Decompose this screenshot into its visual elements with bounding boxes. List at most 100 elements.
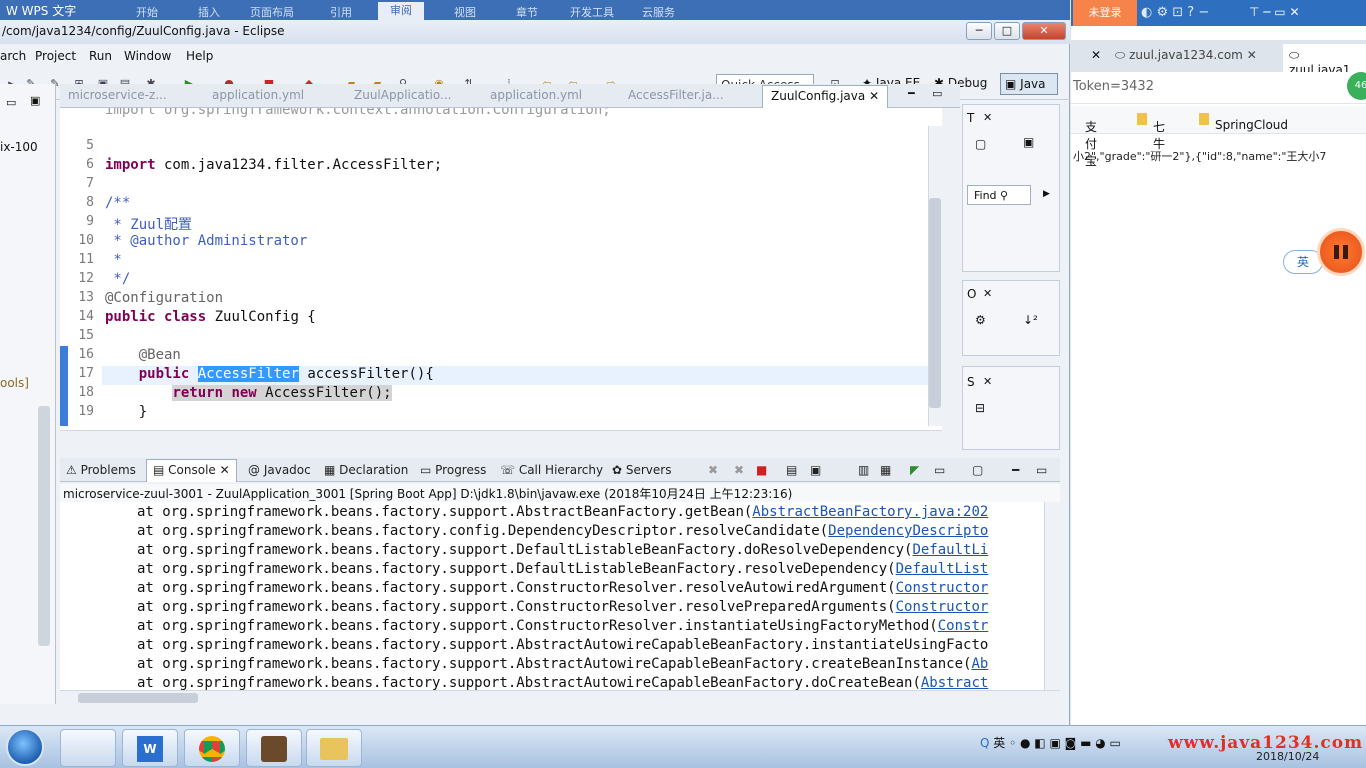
maximize-editor-icon[interactable]: ▭: [932, 87, 942, 100]
show-console-icon[interactable]: ▦: [880, 463, 891, 477]
address-bar[interactable]: Token=3432: [1071, 72, 1366, 104]
minimize-view-icon[interactable]: ▭: [6, 96, 16, 109]
stack-link[interactable]: Abstract: [921, 675, 988, 690]
bookmark-springcloud[interactable]: SpringCloud: [1199, 112, 1288, 132]
tab-progress[interactable]: ▭ Progress: [420, 463, 486, 477]
stack-link[interactable]: Constr: [938, 618, 989, 634]
code-editor[interactable]: import org.springframework.context.annot…: [60, 108, 942, 430]
tray-icons[interactable]: ◦ ● ◧ ▣ ◙ ▬ ◕ ▭: [1009, 736, 1121, 750]
wps-logo[interactable]: W WPS 文字: [6, 2, 76, 19]
tab-microservice-z[interactable]: microservice-z...: [68, 88, 167, 102]
stack-link[interactable]: Ab: [971, 656, 988, 672]
terminate-icon[interactable]: ✖: [708, 463, 718, 477]
clock-date[interactable]: 2018/10/24: [1256, 750, 1319, 763]
start-button[interactable]: [6, 728, 44, 766]
close-view-icon[interactable]: ✕: [983, 111, 992, 124]
find-input[interactable]: Find ⚲: [967, 185, 1031, 205]
tab-javadoc[interactable]: @ Javadoc: [248, 463, 311, 477]
menu-project[interactable]: Project: [35, 49, 76, 63]
wps-tab-chapter[interactable]: 章节: [516, 4, 538, 20]
scroll-thumb[interactable]: [78, 693, 198, 703]
scrollbar[interactable]: [38, 406, 50, 646]
display-console-icon[interactable]: ▭: [934, 463, 945, 477]
editor-horizontal-scrollbar[interactable]: [60, 430, 942, 444]
view-tab-o[interactable]: O: [967, 287, 976, 301]
browser-tab-active[interactable]: ⬭ zuul.java1: [1283, 44, 1366, 77]
browser-tab[interactable]: ⬭ zuul.java1234.com ✕: [1115, 48, 1257, 63]
tab-call-hierarchy[interactable]: ☏ Call Hierarchy: [500, 463, 603, 477]
close-tab-icon[interactable]: ✕: [1091, 48, 1101, 62]
tree-item[interactable]: ools]: [0, 376, 29, 390]
word-wrap-icon[interactable]: ▥: [858, 463, 869, 477]
outline-icon[interactable]: ⚙: [975, 313, 986, 327]
maximize-view-icon[interactable]: ▣: [30, 94, 40, 107]
console-output[interactable]: at org.springframework.beans.factory.sup…: [60, 502, 1044, 690]
pin-console-icon[interactable]: ◤: [910, 463, 919, 477]
console-horizontal-scrollbar[interactable]: [60, 690, 1060, 704]
wps-tab-start[interactable]: 开始: [136, 4, 158, 20]
menu-run[interactable]: Run: [89, 49, 112, 63]
stack-link[interactable]: Constructor: [896, 599, 989, 615]
tab-application-yml-2[interactable]: application.yml: [490, 88, 582, 102]
tree-item[interactable]: ix-100: [0, 140, 38, 154]
taskbar-app-icon[interactable]: [60, 729, 116, 767]
taskbar-chrome-icon[interactable]: [184, 729, 240, 767]
taskbar-explorer-icon[interactable]: [306, 729, 362, 767]
open-console-icon[interactable]: ▢: [972, 463, 983, 477]
minimize-view-icon[interactable]: ━: [1012, 463, 1019, 477]
wps-tab-view[interactable]: 视图: [454, 4, 476, 20]
wps-tab-insert[interactable]: 插入: [198, 4, 220, 20]
tab-accessfilter[interactable]: AccessFilter.ja...: [628, 88, 724, 102]
close-view-icon[interactable]: ✕: [983, 287, 992, 300]
maximize-button[interactable]: □: [994, 22, 1020, 40]
menu-search[interactable]: arch: [0, 49, 26, 63]
filter-icon[interactable]: ▣: [1023, 135, 1034, 149]
clear-console-icon[interactable]: ▤: [786, 463, 797, 477]
minimize-editor-icon[interactable]: ━: [908, 87, 915, 100]
not-logged-in-button[interactable]: 未登录: [1073, 0, 1137, 26]
view-tab-t[interactable]: T: [967, 111, 974, 125]
close-tab-icon[interactable]: ✕: [869, 89, 879, 103]
browser-window-controls[interactable]: ⊤ ─ ▭ ✕: [1249, 5, 1300, 19]
perspective-java[interactable]: ▣ Java: [1000, 73, 1058, 95]
wps-tab-devtools[interactable]: 开发工具: [570, 4, 614, 20]
menu-help[interactable]: Help: [186, 49, 213, 63]
tab-problems[interactable]: ⚠ Problems: [66, 463, 136, 477]
wps-tab-layout[interactable]: 页面布局: [250, 4, 294, 20]
tab-console[interactable]: ▤ Console ✕: [146, 459, 237, 482]
minimize-button[interactable]: ─: [966, 22, 992, 40]
stop-icon[interactable]: ■: [756, 463, 767, 477]
taskbar-wps-icon[interactable]: W: [122, 729, 178, 767]
stack-link[interactable]: AbstractBeanFactory.java:202: [752, 504, 988, 520]
stack-link[interactable]: DependencyDescripto: [828, 523, 988, 539]
bookmark-qiniu[interactable]: 七牛: [1137, 112, 1165, 151]
input-language[interactable]: 英: [993, 736, 1005, 750]
chevron-right-icon[interactable]: ▶: [1043, 189, 1050, 199]
search-icon[interactable]: Q: [980, 736, 989, 750]
console-vertical-scrollbar[interactable]: [1044, 502, 1060, 690]
wps-tab-reference[interactable]: 引用: [330, 4, 352, 20]
stack-link[interactable]: DefaultLi: [912, 542, 988, 558]
menu-window[interactable]: Window: [124, 49, 171, 63]
tab-application-yml[interactable]: application.yml: [212, 88, 304, 102]
sort-icon[interactable]: ↓²: [1023, 313, 1038, 327]
close-view-icon[interactable]: ✕: [983, 375, 992, 388]
stack-link[interactable]: Constructor: [896, 580, 989, 596]
remove-launch-icon[interactable]: ✖: [734, 463, 744, 477]
scroll-lock-icon[interactable]: ▣: [810, 463, 821, 477]
wps-tab-cloud[interactable]: 云服务: [642, 4, 675, 20]
pause-record-button[interactable]: [1317, 228, 1365, 276]
tab-zuulconfig[interactable]: ZuulConfig.java ✕: [762, 85, 889, 108]
stack-link[interactable]: DefaultList: [896, 561, 989, 577]
new-task-icon[interactable]: ▢: [975, 137, 986, 151]
collapse-icon[interactable]: ⊟: [975, 401, 985, 415]
browser-toolbar-icons[interactable]: ◐ ⚙ ⊡ ? −: [1141, 5, 1209, 20]
tab-zuulapplication[interactable]: ZuulApplicatio...: [354, 88, 451, 102]
wps-tab-review[interactable]: 审阅: [378, 2, 424, 20]
taskbar-eclipse-icon[interactable]: [246, 729, 302, 767]
editor-scroll-thumb[interactable]: [929, 198, 941, 408]
maximize-view-icon[interactable]: ▭: [1036, 463, 1047, 477]
close-button[interactable]: ✕: [1022, 22, 1066, 40]
view-tab-s[interactable]: S: [967, 375, 975, 389]
tab-servers[interactable]: ✿ Servers: [612, 463, 671, 477]
